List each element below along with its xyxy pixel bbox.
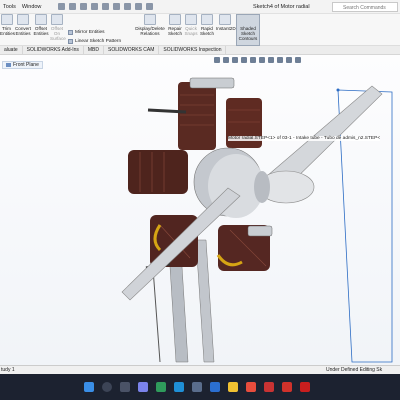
engine-model <box>121 77 393 363</box>
component-tooltip: Motor radial.STEP<1> of 03-1 - Intake tu… <box>228 136 381 141</box>
cylinder-left <box>128 150 188 194</box>
menu-tools[interactable]: Tools <box>0 4 19 10</box>
rapid-sketch-icon <box>201 14 213 25</box>
linear-sketch-pattern-button[interactable]: Linear Sketch Pattern <box>68 39 121 44</box>
open-icon[interactable] <box>80 3 88 10</box>
convert-icon <box>17 14 29 25</box>
new-icon[interactable] <box>69 3 77 10</box>
print-icon[interactable] <box>102 3 110 10</box>
command-ribbon: Trim Entities Convert Entities Offset En… <box>0 14 400 53</box>
home-icon[interactable] <box>58 3 66 10</box>
command-manager-tabs: aluate SOLIDWORKS Add-Ins MBD SOLIDWORKS… <box>0 46 400 55</box>
view-settings-icon[interactable] <box>295 57 301 63</box>
offset-on-surface-button[interactable]: Offset On Surface <box>50 14 66 41</box>
start-icon[interactable] <box>84 382 94 392</box>
task-view-icon[interactable] <box>120 382 130 392</box>
display-style-icon[interactable] <box>259 57 265 63</box>
study-tab[interactable]: tudy 1 <box>1 367 15 373</box>
instant2d-icon <box>219 14 231 25</box>
offset-icon <box>35 14 47 25</box>
mirror-icon <box>68 30 73 35</box>
cylinder-top <box>178 82 216 150</box>
tab-solidworks-inspection[interactable]: SOLIDWORKS Inspection <box>159 46 227 54</box>
front-plane-label: Front Plane <box>13 62 39 68</box>
exhaust-pipe-top <box>147 108 187 114</box>
search-taskbar-icon[interactable] <box>102 382 112 392</box>
taskbar <box>0 374 400 400</box>
rapid-sketch-button[interactable]: Rapid Sketch <box>199 14 215 36</box>
mirror-entities-button[interactable]: Mirror Entities <box>68 30 105 35</box>
trim-entities-button[interactable]: Trim Entities <box>0 14 15 36</box>
status-bar: tudy 1 Under Defined Editing Sk <box>0 365 400 374</box>
window-title: Sketch4 of Motor radial <box>253 4 310 10</box>
undo-icon[interactable] <box>113 3 121 10</box>
scene-icon[interactable] <box>286 57 292 63</box>
pdf-icon[interactable] <box>282 382 292 392</box>
sketch-point <box>336 88 340 92</box>
tab-solidworks-addins[interactable]: SOLIDWORKS Add-Ins <box>23 46 84 54</box>
snap-icon <box>185 14 197 25</box>
instant2d-button[interactable]: Instant2D <box>216 14 236 31</box>
previous-view-icon[interactable] <box>232 57 238 63</box>
store-icon[interactable] <box>192 382 202 392</box>
app-icon[interactable] <box>264 382 274 392</box>
offset-entities-button[interactable]: Offset Entities <box>33 14 49 36</box>
tab-solidworks-cam[interactable]: SOLIDWORKS CAM <box>104 46 160 54</box>
offset-surface-icon <box>51 14 63 25</box>
teams-icon[interactable] <box>138 382 148 392</box>
trim-icon <box>0 14 13 25</box>
repair-sketch-button[interactable]: Repair Sketch <box>167 14 183 36</box>
stand-leg-right <box>195 239 215 363</box>
search-input[interactable]: Search Commands <box>332 2 398 12</box>
menu-window[interactable]: Window <box>19 4 45 10</box>
sketch-status: Under Defined Editing Sk <box>326 367 383 373</box>
plane-icon <box>6 63 11 67</box>
hide-show-icon[interactable] <box>268 57 274 63</box>
mail-icon[interactable] <box>210 382 220 392</box>
file-explorer-icon[interactable] <box>228 382 238 392</box>
shaded-sketch-contours-button[interactable]: Shaded Sketch Contours <box>236 14 260 46</box>
display-delete-relations-button[interactable]: Display/Delete Relations <box>134 14 166 36</box>
rebuild-icon[interactable] <box>135 3 143 10</box>
quick-snaps-button[interactable]: Quick Snaps <box>184 14 198 36</box>
appearance-icon[interactable] <box>277 57 283 63</box>
relations-icon <box>144 14 156 25</box>
graphics-viewport[interactable] <box>0 55 400 365</box>
chrome-icon[interactable] <box>246 382 256 392</box>
solidworks-icon[interactable] <box>300 382 310 392</box>
view-orientation-icon[interactable] <box>250 57 256 63</box>
browser-icon[interactable] <box>156 382 166 392</box>
zoom-area-icon[interactable] <box>223 57 229 63</box>
zoom-to-fit-icon[interactable] <box>214 57 220 63</box>
select-icon[interactable] <box>124 3 132 10</box>
rocker-cover-bottom <box>247 225 273 237</box>
heads-up-toolbar <box>214 57 301 63</box>
tab-evaluate[interactable]: aluate <box>0 46 23 54</box>
convert-entities-button[interactable]: Convert Entities <box>14 14 32 36</box>
tree-item-front-plane[interactable]: Front Plane <box>2 61 43 69</box>
tab-mbd[interactable]: MBD <box>84 46 104 54</box>
sketch-plane-outline <box>337 89 393 363</box>
pattern-icon <box>68 39 73 44</box>
spinner-base <box>254 171 270 203</box>
section-view-icon[interactable] <box>241 57 247 63</box>
options-icon[interactable] <box>146 3 154 10</box>
edge-icon[interactable] <box>174 382 184 392</box>
repair-icon <box>169 14 181 25</box>
rocker-cover-top <box>189 77 235 89</box>
save-icon[interactable] <box>91 3 99 10</box>
